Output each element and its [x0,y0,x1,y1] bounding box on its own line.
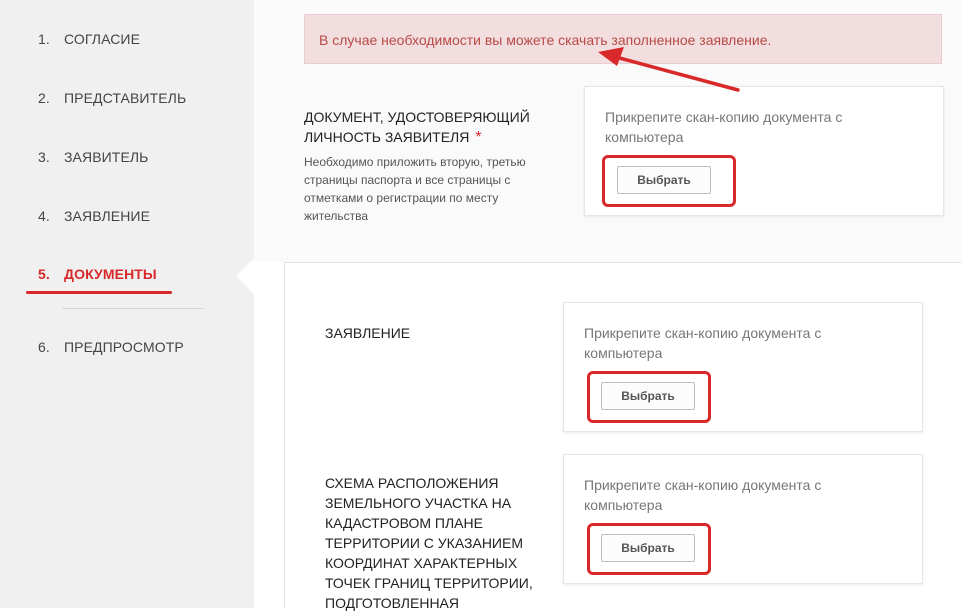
step-documents[interactable]: 5. ДОКУМЕНТЫ [38,266,157,282]
step-consent[interactable]: 1. СОГЛАСИЕ [38,31,140,47]
choose-file-button[interactable]: Выбрать [601,382,695,410]
active-step-pointer [236,258,254,294]
highlight-box: Выбрать [587,371,711,423]
active-step-underline [26,291,172,294]
steps-sidebar: 1. СОГЛАСИЕ 2. ПРЕДСТАВИТЕЛЬ 3. ЗАЯВИТЕЛЬ 4… [0,0,254,608]
highlight-box: Выбрать [587,523,711,575]
upload-instruction: Прикрепите скан-копию документа с компью… [605,109,843,145]
choose-file-button[interactable]: Выбрать [617,166,711,194]
doc-title-application: ЗАЯВЛЕНИЕ [325,325,411,341]
upload-card-application: Прикрепите скан-копию документа с компью… [563,302,923,432]
download-link[interactable]: скачать [558,32,607,48]
choose-file-button[interactable]: Выбрать [601,534,695,562]
upload-card-scheme: Прикрепите скан-копию документа с компью… [563,454,923,584]
step-representative[interactable]: 2. ПРЕДСТАВИТЕЛЬ [38,90,186,106]
download-alert: В случае необходимости вы можете скачать… [304,14,942,64]
upload-instruction: Прикрепите скан-копию документа с компью… [584,477,822,513]
doc-title-identity: ДОКУМЕНТ, УДОСТОВЕРЯЮЩИЙ ЛИЧНОСТЬ ЗАЯВИТ… [304,109,530,146]
step-preview[interactable]: 6. ПРЕДПРОСМОТР [38,339,184,355]
highlight-box: Выбрать [602,155,736,207]
upload-card-identity: Прикрепите скан-копию документа с компью… [584,86,944,216]
step-applicant[interactable]: 3. ЗАЯВИТЕЛЬ [38,149,148,165]
upload-instruction: Прикрепите скан-копию документа с компью… [584,325,822,361]
step-application[interactable]: 4. ЗАЯВЛЕНИЕ [38,208,150,224]
doc-hint-identity: Необходимо приложить вторую, третью стра… [304,155,526,223]
doc-title-scheme: СХЕМА РАСПОЛОЖЕНИЯ ЗЕМЕЛЬНОГО УЧАСТКА НА… [325,475,533,611]
step-divider [62,308,204,309]
required-mark: * [475,129,482,146]
